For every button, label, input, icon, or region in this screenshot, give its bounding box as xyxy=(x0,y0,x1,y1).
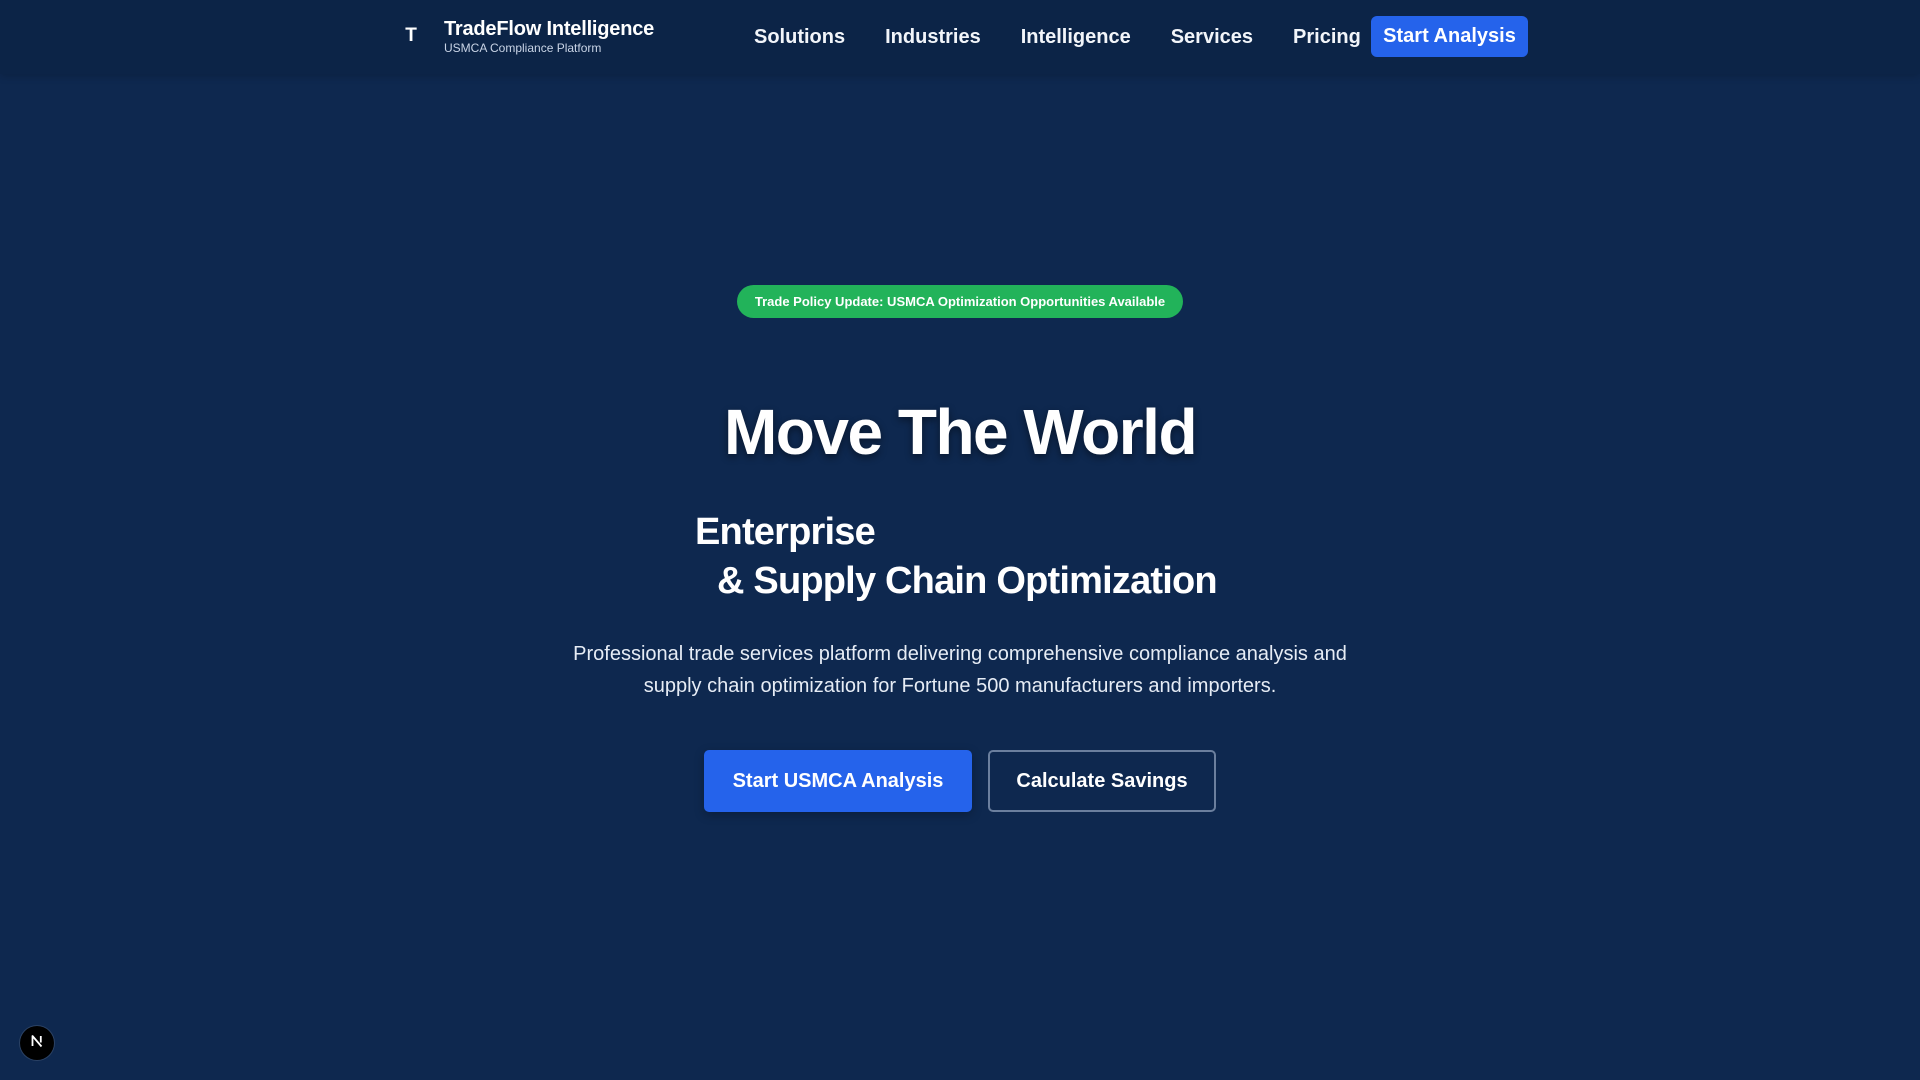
hero-subtitle-line1: Enterprise xyxy=(695,511,876,553)
nav-link-industries[interactable]: Industries xyxy=(885,22,981,52)
brand-tagline: USMCA Compliance Platform xyxy=(444,41,602,55)
start-analysis-button[interactable]: Start Analysis xyxy=(1371,16,1528,57)
nav-links: Solutions Industries Intelligence Servic… xyxy=(754,22,1401,52)
hero-subtitle-line2: & Supply Chain Optimization xyxy=(717,560,1218,602)
brand-name: TradeFlow Intelligence xyxy=(444,18,655,40)
nav-link-pricing[interactable]: Pricing xyxy=(1293,22,1361,52)
nav-link-intelligence[interactable]: Intelligence xyxy=(1021,22,1131,52)
next-logo-icon xyxy=(28,1032,46,1055)
brand-text: TradeFlow Intelligence USMCA Compliance … xyxy=(444,17,654,55)
hero-title: Move The World xyxy=(723,396,1198,468)
navbar: T TradeFlow Intelligence USMCA Complianc… xyxy=(0,0,1920,74)
nav-link-services[interactable]: Services xyxy=(1171,22,1253,52)
brand-logo: T xyxy=(405,25,417,46)
hero-description: Professional trade services platform del… xyxy=(573,643,1347,697)
nav-link-solutions[interactable]: Solutions xyxy=(754,22,845,52)
calculate-savings-button[interactable]: Calculate Savings xyxy=(988,750,1216,812)
brand[interactable]: T TradeFlow Intelligence USMCA Complianc… xyxy=(400,16,654,56)
policy-update-badge: Trade Policy Update: USMCA Optimization … xyxy=(737,285,1183,318)
start-usmca-analysis-button[interactable]: Start USMCA Analysis xyxy=(704,750,972,812)
next-dev-indicator[interactable] xyxy=(20,1026,54,1060)
page: T TradeFlow Intelligence USMCA Complianc… xyxy=(0,0,1920,1080)
